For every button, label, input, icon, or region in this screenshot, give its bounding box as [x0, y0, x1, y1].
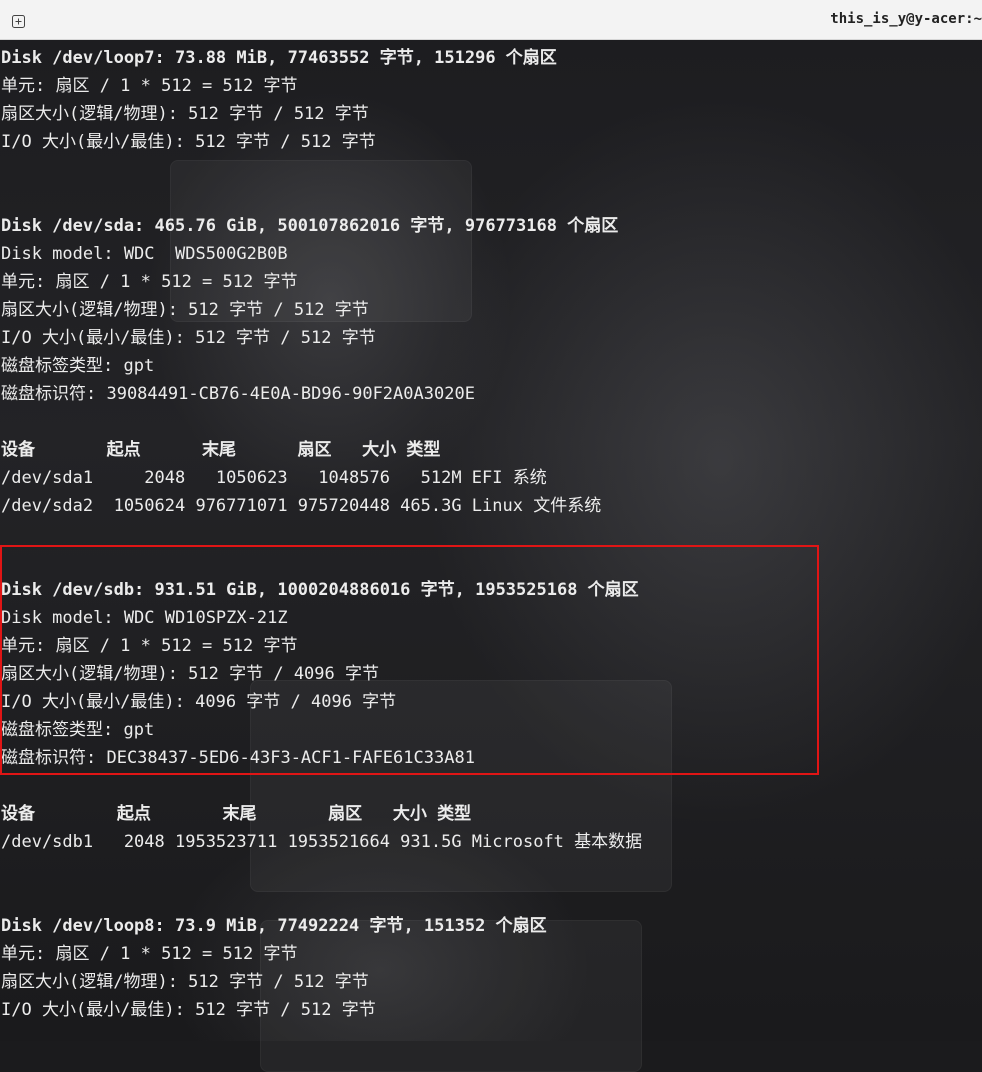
terminal-line: 扇区大小(逻辑/物理): 512 字节 / 512 字节 [1, 104, 369, 124]
terminal-line: 扇区大小(逻辑/物理): 512 字节 / 512 字节 [1, 300, 369, 320]
terminal-line: /dev/sda2 1050624 976771071 975720448 46… [1, 496, 602, 516]
terminal-line: 单元: 扇区 / 1 * 512 = 512 字节 [1, 76, 298, 96]
terminal-line: 扇区大小(逻辑/物理): 512 字节 / 512 字节 [1, 972, 369, 992]
terminal-line: 单元: 扇区 / 1 * 512 = 512 字节 [1, 944, 298, 964]
terminal-titlebar: this_is_y@y-acer:~ [0, 0, 982, 40]
terminal-line: 磁盘标签类型: gpt [1, 356, 155, 376]
terminal-line: 设备 起点 末尾 扇区 大小 类型 [1, 440, 441, 460]
new-tab-icon[interactable] [12, 13, 25, 28]
terminal-line: Disk /dev/loop7: 73.88 MiB, 77463552 字节,… [1, 48, 557, 68]
terminal-line: I/O 大小(最小/最佳): 512 字节 / 512 字节 [1, 328, 376, 348]
terminal-line: I/O 大小(最小/最佳): 512 字节 / 512 字节 [1, 1000, 376, 1020]
terminal-line: 磁盘标识符: 39084491-CB76-4E0A-BD96-90F2A0A30… [1, 384, 475, 404]
highlight-box-sdb [0, 545, 819, 775]
terminal-line: /dev/sda1 2048 1050623 1048576 512M EFI … [1, 468, 547, 488]
terminal-line: 设备 起点 末尾 扇区 大小 类型 [1, 804, 472, 824]
terminal-line: 单元: 扇区 / 1 * 512 = 512 字节 [1, 272, 298, 292]
terminal-output[interactable]: Disk /dev/loop7: 73.88 MiB, 77463552 字节,… [1, 44, 981, 1024]
terminal-line: Disk /dev/loop8: 73.9 MiB, 77492224 字节, … [1, 916, 547, 936]
terminal-line: Disk /dev/sda: 465.76 GiB, 500107862016 … [1, 216, 619, 236]
terminal-line: I/O 大小(最小/最佳): 512 字节 / 512 字节 [1, 132, 376, 152]
terminal-line: /dev/sdb1 2048 1953523711 1953521664 931… [1, 832, 643, 852]
window-title: this_is_y@y-acer:~ [830, 11, 982, 27]
terminal-line: Disk model: WDC WDS500G2B0B [1, 244, 288, 264]
